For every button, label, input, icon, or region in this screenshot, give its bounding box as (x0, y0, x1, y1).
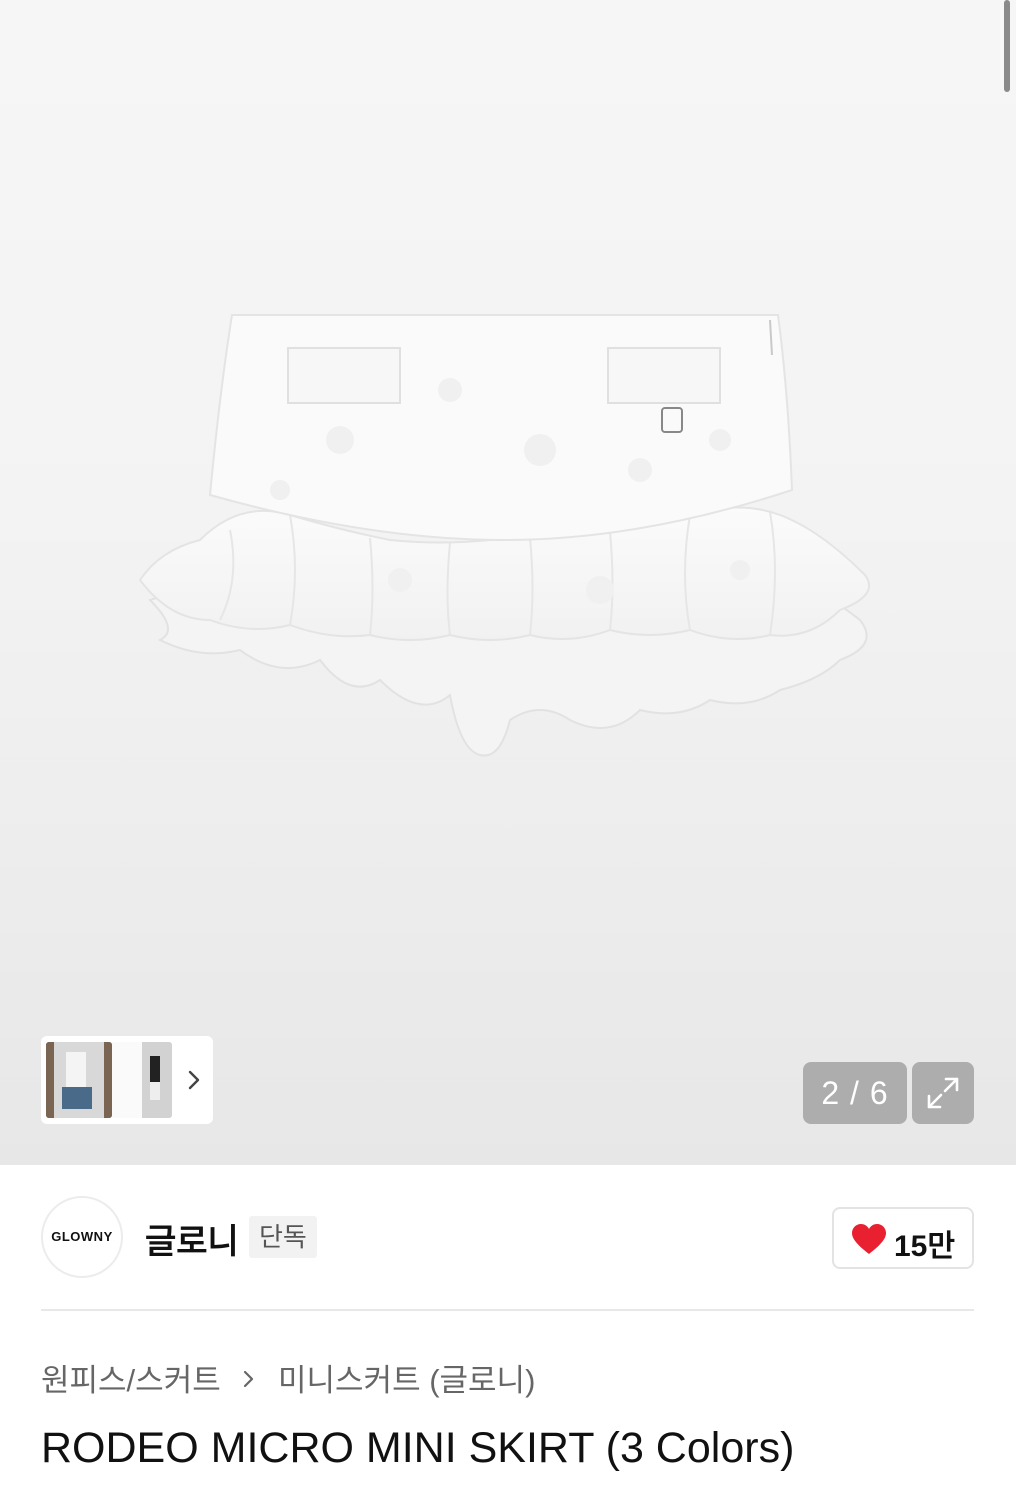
breadcrumb-item-subcategory[interactable]: 미니스커트 (글로니) (278, 1363, 535, 1398)
like-button[interactable]: 15만 (832, 1207, 974, 1269)
brand-logo[interactable]: GLOWNY (41, 1196, 123, 1278)
thumbnail-strip[interactable] (41, 1036, 213, 1124)
product-image-gallery[interactable]: 2 / 6 (0, 0, 1016, 1165)
expand-button[interactable] (912, 1062, 974, 1124)
breadcrumb-separator (229, 1360, 269, 1396)
scrollbar[interactable] (1004, 0, 1010, 92)
product-image[interactable] (120, 300, 890, 770)
thumbnail-1[interactable] (46, 1042, 112, 1118)
product-title: RODEO MICRO MINI SKIRT (3 Colors) (41, 1424, 795, 1472)
thumbnail-2[interactable] (112, 1042, 172, 1118)
exclusive-badge: 단독 (249, 1216, 317, 1258)
image-counter: 2 / 6 (803, 1062, 907, 1124)
breadcrumb-item-category[interactable]: 원피스/스커트 (41, 1363, 221, 1398)
divider (41, 1309, 974, 1311)
breadcrumb: 원피스/스커트 미니스커트 (글로니) (41, 1355, 535, 1398)
brand-row: GLOWNY 글로니 단독 15만 (41, 1196, 974, 1280)
expand-icon (927, 1077, 959, 1109)
chevron-right-icon (244, 1371, 254, 1388)
like-count: 15만 (894, 1230, 955, 1263)
brand-name[interactable]: 글로니 (145, 1214, 239, 1263)
chevron-right-icon[interactable] (183, 1066, 205, 1094)
heart-icon (852, 1224, 886, 1254)
